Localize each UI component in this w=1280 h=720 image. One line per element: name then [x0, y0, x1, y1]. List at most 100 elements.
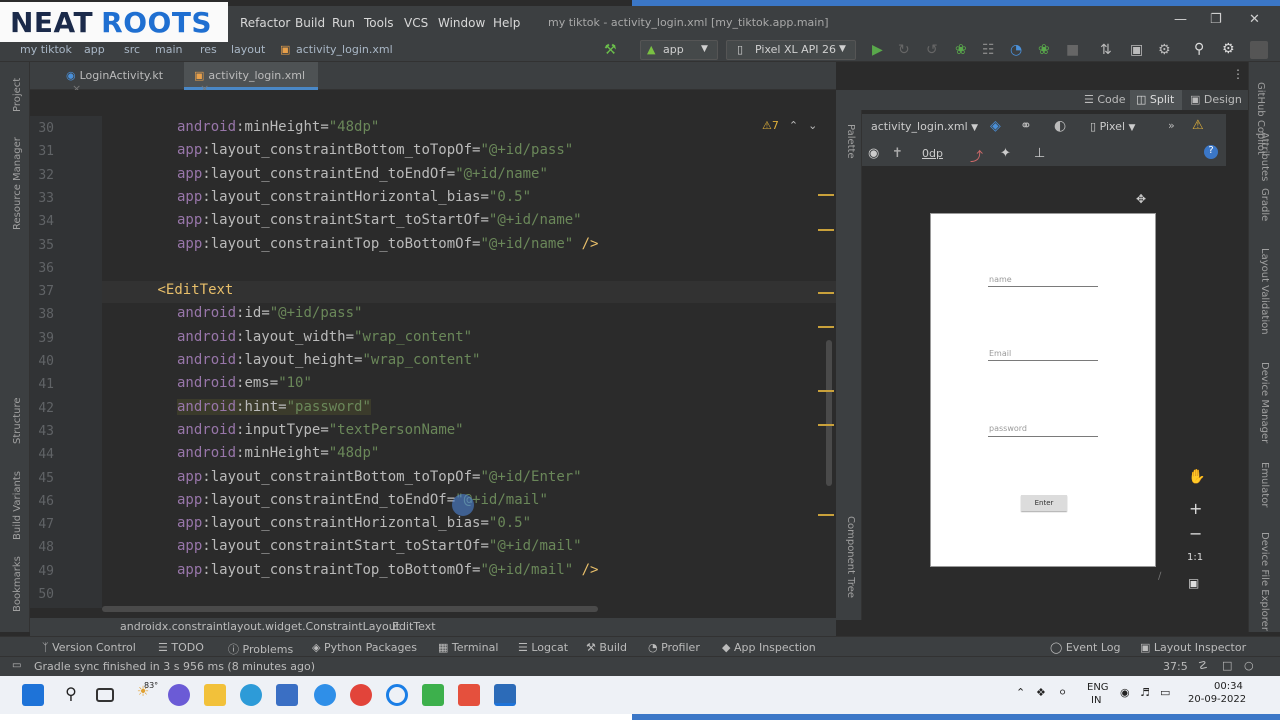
layout-validation-tool[interactable]: Layout Validation: [1259, 248, 1270, 335]
split-mode-button[interactable]: ◫ Split: [1130, 90, 1182, 110]
code-line[interactable]: android:minHeight="48dp": [177, 445, 379, 468]
run-icon[interactable]: ▶: [872, 43, 883, 57]
line-number[interactable]: 50: [30, 587, 54, 602]
eye-icon[interactable]: ◉: [868, 146, 879, 161]
crumb-src[interactable]: src: [124, 43, 140, 56]
line-number[interactable]: 49: [30, 564, 54, 579]
run-config-select[interactable]: ▲ app ▼: [640, 40, 718, 60]
breadcrumb-edittext[interactable]: EditText: [392, 620, 436, 633]
inspections-icon[interactable]: ☡: [1198, 659, 1208, 672]
device-preview-select[interactable]: ▯ Pixel ▼: [1090, 120, 1135, 133]
build-variants-tool[interactable]: Build Variants: [12, 471, 23, 540]
close-icon[interactable]: ✕: [1249, 12, 1260, 27]
app-red-icon[interactable]: [458, 684, 480, 706]
clear-constraints-icon[interactable]: ⤴: [970, 146, 983, 165]
lock-icon[interactable]: □: [1222, 659, 1232, 672]
clock-time[interactable]: 00:34: [1214, 681, 1243, 692]
cortana-icon[interactable]: [386, 684, 408, 706]
code-line[interactable]: android:layout_height="wrap_content": [177, 352, 480, 375]
help-icon[interactable]: ?: [1204, 145, 1218, 159]
chevron-up-icon[interactable]: ⌃: [789, 119, 798, 132]
profiler-icon[interactable]: ◔: [1010, 43, 1022, 57]
menu-refactor[interactable]: Refactor: [240, 16, 290, 30]
sdk-manager-icon[interactable]: ⚙: [1158, 43, 1171, 57]
magnet-off-icon[interactable]: ✝: [892, 146, 903, 161]
clock-date[interactable]: 20-09-2022: [1188, 694, 1246, 705]
menu-window[interactable]: Window: [438, 16, 485, 30]
zoom-fit-icon[interactable]: ▣: [1188, 577, 1199, 589]
avatar[interactable]: [1250, 41, 1268, 59]
device-manager-icon[interactable]: ▣: [1130, 43, 1143, 57]
resource-manager-tool[interactable]: Resource Manager: [12, 137, 23, 230]
code-line[interactable]: app:layout_constraintBottom_toTopOf="@+i…: [177, 469, 582, 492]
code-line[interactable]: app:layout_constraintBottom_toTopOf="@+i…: [177, 142, 573, 165]
code-line[interactable]: app:layout_constraintTop_toBottomOf="@+i…: [177, 562, 598, 585]
device-file-explorer-tool[interactable]: Device File Explorer: [1259, 532, 1270, 631]
hammer-icon[interactable]: ⚒: [604, 43, 617, 57]
line-number[interactable]: 41: [30, 377, 54, 392]
volume-icon[interactable]: ♬: [1140, 686, 1150, 699]
project-tool[interactable]: Project: [12, 78, 23, 112]
code-line[interactable]: android:id="@+id/pass": [177, 305, 362, 328]
code-line[interactable]: android:minHeight="48dp": [177, 119, 379, 142]
crumb-file[interactable]: activity_login.xml: [296, 43, 393, 56]
palette-tool[interactable]: Palette: [845, 124, 856, 159]
crumb-main[interactable]: main: [155, 43, 182, 56]
more-options-icon[interactable]: ⋮: [1232, 68, 1244, 80]
restore-icon[interactable]: ❐: [1210, 12, 1222, 27]
minimize-icon[interactable]: —: [1174, 12, 1187, 27]
infer-constraints-icon[interactable]: ✦: [1000, 146, 1011, 161]
attributes-tool[interactable]: Attributes: [1259, 132, 1270, 181]
code-line[interactable]: <EditText: [158, 282, 234, 305]
crumb-app[interactable]: app: [84, 43, 105, 56]
more-icon[interactable]: »: [1168, 119, 1175, 132]
language-code[interactable]: ENG: [1087, 682, 1109, 693]
editor-scrollbar[interactable]: [826, 340, 832, 486]
warning-icon[interactable]: ⚠: [1192, 118, 1204, 133]
code-line[interactable]: app:layout_constraintEnd_toEndOf="@+id/m…: [177, 492, 548, 515]
tool-todo[interactable]: ☰ TODO: [158, 641, 204, 654]
tab-login-activity[interactable]: ◉ LoginActivity.kt ×: [66, 62, 174, 95]
attach-debugger-icon[interactable]: ☷: [982, 43, 995, 57]
code-line[interactable]: app:layout_constraintHorizontal_bias="0.…: [177, 189, 531, 212]
device-select[interactable]: ▯ Pixel XL API 26 ▼: [726, 40, 856, 60]
windows-start-icon[interactable]: [22, 684, 44, 706]
tool-version-control[interactable]: ᛉ Version Control: [42, 641, 136, 654]
breadcrumb-constraintlayout[interactable]: androidx.constraintlayout.widget.Constra…: [120, 620, 400, 633]
tool-profiler[interactable]: ◔ Profiler: [648, 641, 700, 654]
resize-handle-icon[interactable]: ∕: [1158, 572, 1161, 582]
menu-tools[interactable]: Tools: [364, 16, 394, 30]
code-mode-button[interactable]: ☰ Code: [1084, 93, 1126, 106]
line-number[interactable]: 37: [30, 284, 54, 299]
status-message[interactable]: Gradle sync finished in 3 s 956 ms (8 mi…: [34, 660, 315, 673]
bookmarks-tool[interactable]: Bookmarks: [12, 556, 23, 612]
line-number[interactable]: 47: [30, 517, 54, 532]
code-line[interactable]: app:layout_constraintTop_toBottomOf="@+i…: [177, 236, 598, 259]
store-icon[interactable]: [276, 684, 298, 706]
crumb-layout[interactable]: layout: [231, 43, 265, 56]
code-line[interactable]: android:ems="10": [177, 375, 312, 398]
layers-icon[interactable]: ◈: [990, 118, 1001, 134]
crumb-res[interactable]: res: [200, 43, 217, 56]
tool-app-inspection[interactable]: ◆ App Inspection: [722, 641, 816, 654]
tool-event-log[interactable]: ◯ Event Log: [1050, 641, 1120, 654]
line-number[interactable]: 33: [30, 191, 54, 206]
device-manager-tool[interactable]: Device Manager: [1259, 362, 1270, 443]
menu-run[interactable]: Run: [332, 16, 355, 30]
sync-gradle-icon[interactable]: ⇅: [1100, 43, 1112, 57]
file-select[interactable]: activity_login.xml ▼: [871, 120, 978, 133]
attach-process-icon[interactable]: ❀: [1038, 43, 1050, 57]
code-line[interactable]: app:layout_constraintStart_toStartOf="@+…: [177, 212, 582, 235]
warnings-indicator[interactable]: ⚠7 ⌃ ⌄: [762, 119, 817, 132]
phone-preview[interactable]: name Email password Enter: [930, 213, 1156, 567]
line-number[interactable]: 35: [30, 238, 54, 253]
line-number[interactable]: 36: [30, 261, 54, 276]
line-number[interactable]: 38: [30, 307, 54, 322]
battery-icon[interactable]: ▭: [1160, 686, 1170, 699]
microphone-icon[interactable]: ⚪: [1058, 686, 1067, 699]
line-number[interactable]: 43: [30, 424, 54, 439]
emulator-tool[interactable]: Emulator: [1259, 462, 1270, 507]
pan-icon[interactable]: ✋: [1188, 470, 1205, 484]
line-number[interactable]: 48: [30, 540, 54, 555]
line-number[interactable]: 39: [30, 331, 54, 346]
